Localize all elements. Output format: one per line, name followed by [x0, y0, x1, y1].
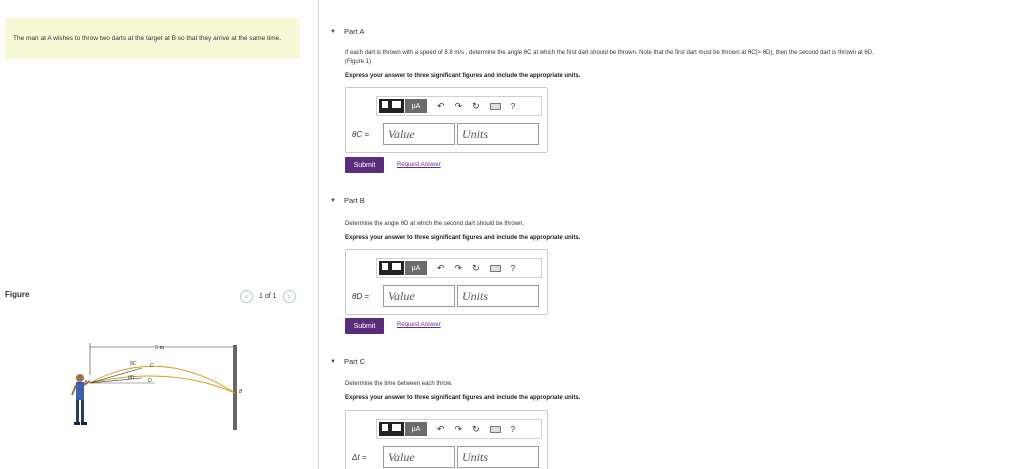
- target-board: [233, 345, 237, 430]
- reset-icon[interactable]: ↻: [472, 424, 480, 435]
- caret-down-icon: ▼: [330, 197, 336, 204]
- part-a-request-answer-link[interactable]: Request Answer: [397, 162, 441, 168]
- problem-text: The man at A wishes to throw two darts a…: [13, 35, 282, 42]
- man-figure: [71, 374, 91, 425]
- templates-icon[interactable]: [379, 261, 404, 275]
- pager-text: 1 of 1: [259, 293, 277, 300]
- part-c-variable-label: Δt =: [352, 453, 367, 462]
- templates-icon[interactable]: [379, 99, 404, 113]
- units-mu-button[interactable]: μA: [405, 422, 427, 436]
- label-d: D: [148, 378, 152, 384]
- figure-pager: ‹ 1 of 1 ›: [240, 290, 296, 303]
- part-b-submit-button[interactable]: Submit: [345, 318, 384, 334]
- problem-pane: The man at A wishes to throw two darts a…: [0, 0, 318, 469]
- label-theta-d: θD: [128, 375, 135, 381]
- trajectory-d: [89, 375, 236, 394]
- part-a-variable-label: θC =: [352, 130, 370, 139]
- part-b-toolbar: μA ↶ ↷ ↻ ?: [376, 258, 542, 278]
- part-b-request-answer-link[interactable]: Request Answer: [397, 322, 441, 328]
- part-a-question: If each dart is thrown with a speed of 8…: [345, 50, 874, 56]
- undo-icon[interactable]: ↶: [437, 101, 445, 112]
- reset-icon[interactable]: ↻: [472, 101, 480, 112]
- part-a-toolbar: μA ↶ ↷ ↻ ?: [376, 96, 542, 116]
- part-c-units-input[interactable]: Units: [457, 446, 539, 468]
- caret-down-icon: ▼: [330, 28, 336, 35]
- redo-icon[interactable]: ↷: [455, 263, 463, 274]
- part-a-value-input[interactable]: Value: [383, 123, 455, 145]
- part-b-answer-box: μA ↶ ↷ ↻ ? θD = Value Units: [345, 249, 548, 315]
- templates-icon[interactable]: [379, 422, 404, 436]
- redo-icon[interactable]: ↷: [455, 101, 463, 112]
- undo-icon[interactable]: ↶: [437, 263, 445, 274]
- part-a-instruction: Express your answer to three significant…: [345, 73, 581, 79]
- figure-heading: Figure: [5, 290, 30, 299]
- keyboard-icon[interactable]: [489, 264, 501, 272]
- part-a-units-input[interactable]: Units: [457, 123, 539, 145]
- help-icon[interactable]: ?: [511, 264, 515, 273]
- part-b-title: Part B: [343, 196, 365, 205]
- part-b-question: Determine the angle θD at which the seco…: [345, 221, 525, 227]
- dart-figure: 5 m B θC C θD D A: [71, 343, 243, 430]
- part-b-instruction: Express your answer to three significant…: [345, 235, 581, 241]
- reset-icon[interactable]: ↻: [472, 263, 480, 274]
- part-b-variable-label: θD =: [352, 292, 370, 301]
- help-icon[interactable]: ?: [511, 425, 515, 434]
- label-b: B: [239, 389, 243, 395]
- units-mu-button[interactable]: μA: [405, 261, 427, 275]
- figure-link[interactable]: (Figure 1): [345, 59, 371, 65]
- part-b-units-input[interactable]: Units: [457, 285, 539, 307]
- label-theta-c: θC: [130, 361, 137, 367]
- help-icon[interactable]: ?: [511, 102, 515, 111]
- part-c-instruction: Express your answer to three significant…: [345, 395, 581, 401]
- keyboard-icon[interactable]: [489, 425, 501, 433]
- part-b-value-input[interactable]: Value: [383, 285, 455, 307]
- problem-statement: The man at A wishes to throw two darts a…: [5, 18, 300, 59]
- undo-icon[interactable]: ↶: [437, 424, 445, 435]
- dimension-label: 5 m: [155, 345, 165, 351]
- part-a-title: Part A: [343, 27, 365, 36]
- part-c-value-input[interactable]: Value: [383, 446, 455, 468]
- pane-divider: [318, 0, 319, 469]
- trajectory-c: [89, 365, 236, 394]
- label-c: C: [150, 363, 154, 369]
- part-a-answer-box: μA ↶ ↷ ↻ ? θC = Value Units: [345, 87, 548, 153]
- part-a-header[interactable]: ▼ Part A: [330, 27, 364, 36]
- part-b-header[interactable]: ▼ Part B: [330, 196, 365, 205]
- part-c-toolbar: μA ↶ ↷ ↻ ?: [376, 419, 542, 439]
- part-c-title: Part C: [343, 357, 366, 366]
- chevron-right-icon[interactable]: ›: [282, 290, 296, 303]
- part-c-header[interactable]: ▼ Part C: [330, 357, 365, 366]
- redo-icon[interactable]: ↷: [455, 424, 463, 435]
- part-c-question: Determine the time between each throw.: [345, 381, 453, 387]
- keyboard-icon[interactable]: [489, 102, 501, 110]
- units-mu-button[interactable]: μA: [405, 99, 427, 113]
- part-a-submit-button[interactable]: Submit: [345, 157, 384, 173]
- caret-down-icon: ▼: [330, 358, 336, 365]
- chevron-left-icon[interactable]: ‹: [240, 290, 253, 303]
- part-c-answer-box: μA ↶ ↷ ↻ ? Δt = Value Units: [345, 410, 548, 469]
